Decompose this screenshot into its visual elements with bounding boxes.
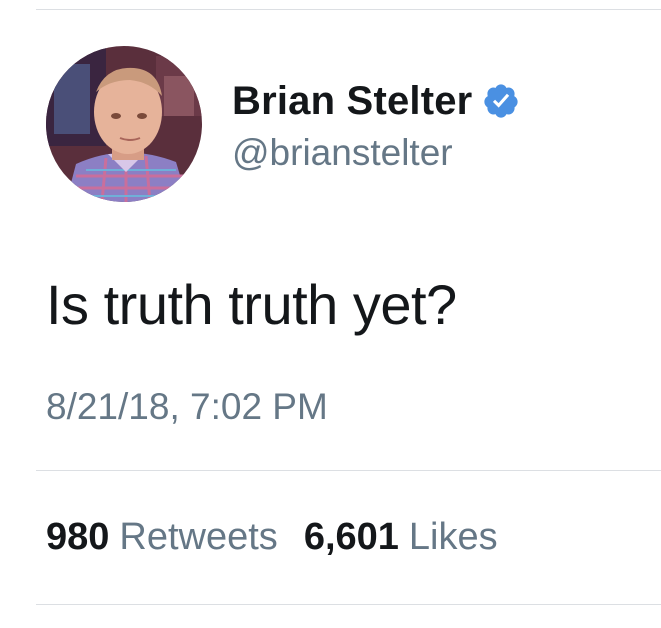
top-divider <box>36 9 661 10</box>
likes-count: 6,601 <box>303 516 399 558</box>
avatar[interactable] <box>46 46 202 202</box>
tweet-stats: 980 Retweets 6,601 Likes <box>46 516 524 559</box>
verified-badge-icon <box>482 82 520 120</box>
author-info: Brian Stelter @brianstelter <box>232 74 520 174</box>
display-name-row: Brian Stelter <box>232 74 520 128</box>
tweet-timestamp[interactable]: 8/21/18, 7:02 PM <box>46 386 328 428</box>
retweets-count: 980 <box>46 516 110 558</box>
bottom-divider <box>36 604 661 605</box>
tweet-text: Is truth truth yet? <box>46 273 457 336</box>
retweets-label: Retweets <box>119 516 278 558</box>
user-handle[interactable]: @brianstelter <box>232 132 520 174</box>
tweet-header: Brian Stelter @brianstelter <box>46 46 520 202</box>
likes-stat[interactable]: 6,601 Likes <box>304 516 498 559</box>
avatar-image <box>46 46 202 202</box>
likes-label: Likes <box>408 516 498 558</box>
stats-divider <box>36 470 661 471</box>
retweets-stat[interactable]: 980 Retweets <box>46 516 278 559</box>
display-name[interactable]: Brian Stelter <box>232 79 472 124</box>
